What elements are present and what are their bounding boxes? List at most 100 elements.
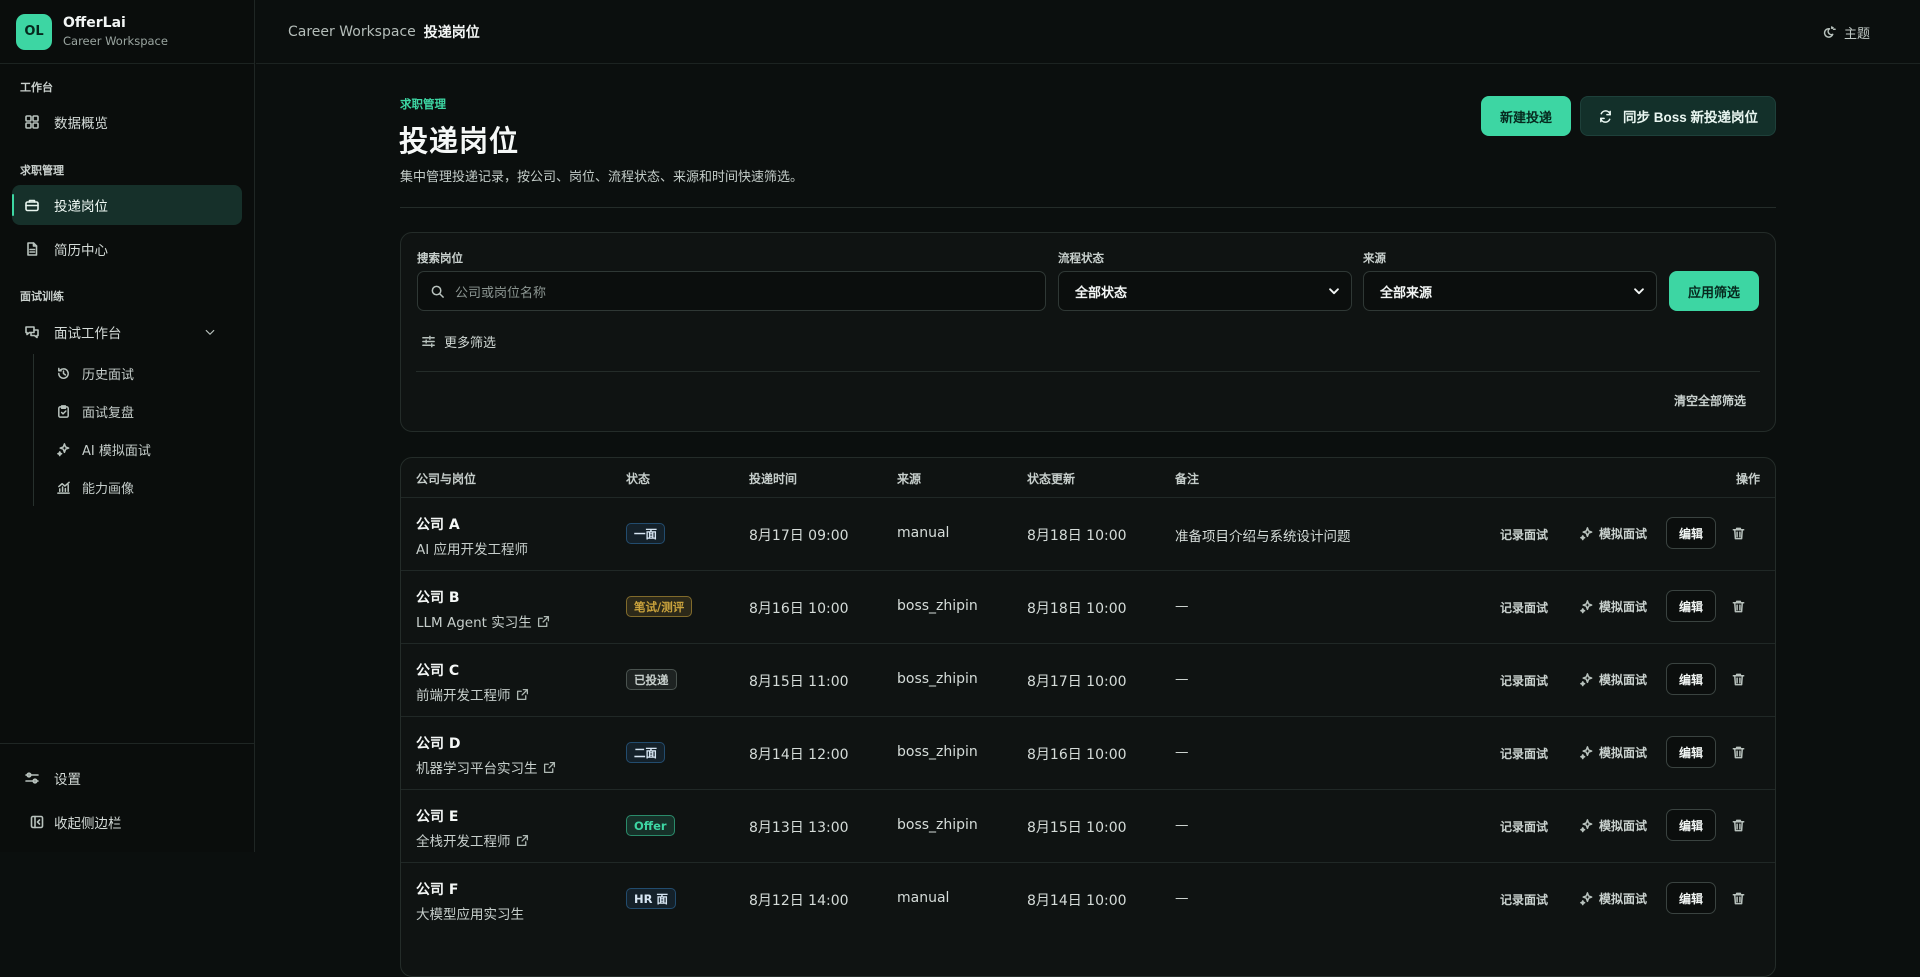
mock-interview-button[interactable]: 模拟面试 <box>1579 525 1647 542</box>
sidebar-item-resume[interactable]: 简历中心 <box>12 229 242 269</box>
mock-interview-button[interactable]: 模拟面试 <box>1579 890 1647 907</box>
record-interview-button[interactable]: 记录面试 <box>1500 526 1548 543</box>
note-value: — <box>1175 671 1189 687</box>
source-value: boss_zhipin <box>897 744 978 760</box>
sidebar-item-applications[interactable]: 投递岗位 <box>12 185 242 225</box>
collapse-icon <box>30 815 44 829</box>
role-name: 机器学习平台实习生 <box>416 757 556 777</box>
record-interview-button[interactable]: 记录面试 <box>1500 599 1548 616</box>
mock-interview-button[interactable]: 模拟面试 <box>1579 744 1647 761</box>
sidebar-subitem-ability[interactable]: 能力画像 <box>34 468 151 506</box>
theme-toggle[interactable]: 主题 <box>1821 23 1870 42</box>
company-name: 公司 E <box>416 809 459 825</box>
sidebar-subitem-history[interactable]: 历史面试 <box>34 354 151 392</box>
external-link-icon[interactable] <box>516 688 529 701</box>
record-interview-button[interactable]: 记录面试 <box>1500 745 1548 762</box>
column-header: 状态 <box>626 472 651 486</box>
search-input[interactable]: 公司或岗位名称 <box>417 271 1046 311</box>
company-name: 公司 F <box>416 882 459 898</box>
clear-filters-button[interactable]: 清空全部筛选 <box>1674 392 1746 409</box>
column-header: 操作 <box>1735 472 1760 486</box>
edit-button[interactable]: 编辑 <box>1666 736 1716 768</box>
mock-interview-label: 模拟面试 <box>1599 527 1648 541</box>
apply-filter-button[interactable]: 应用筛选 <box>1669 271 1759 311</box>
sidebar-item-label: 简历中心 <box>54 243 108 259</box>
mock-interview-label: 模拟面试 <box>1599 673 1648 687</box>
delete-button[interactable] <box>1731 818 1746 833</box>
sparkles-icon <box>1580 892 1593 906</box>
chevron-down-icon <box>1329 288 1339 295</box>
applied-time: 8月14日 12:00 <box>749 747 849 763</box>
status-label: 流程状态 <box>1058 251 1104 265</box>
trash-icon <box>1732 892 1745 905</box>
sync-boss-button[interactable]: 同步 Boss 新投递岗位 <box>1580 96 1776 136</box>
sidebar-subitem-ai-mock[interactable]: AI 模拟面试 <box>34 430 151 468</box>
record-interview-button[interactable]: 记录面试 <box>1500 818 1548 835</box>
sidebar-item-label: 投递岗位 <box>54 199 108 215</box>
sidebar-item-dashboard[interactable]: 数据概览 <box>12 102 242 142</box>
chevron-down-icon <box>1634 288 1644 295</box>
brand: OL OfferLai Career Workspace <box>0 0 254 64</box>
external-link-icon[interactable] <box>516 834 529 847</box>
role-label: 大模型应用实习生 <box>416 907 524 923</box>
sidebar-item-interview-workbench[interactable]: 面试工作台 <box>12 312 242 352</box>
chat-icon <box>25 326 39 339</box>
external-link-icon[interactable] <box>537 615 550 628</box>
sync-boss-label: 同步 Boss 新投递岗位 <box>1622 110 1758 125</box>
role-name: LLM Agent 实习生 <box>416 611 550 631</box>
trash-icon <box>1732 746 1745 759</box>
sidebar-subitem-label: AI 模拟面试 <box>82 443 151 459</box>
mock-interview-button[interactable]: 模拟面试 <box>1579 671 1647 688</box>
edit-button[interactable]: 编辑 <box>1666 590 1716 622</box>
status-badge: 一面 <box>626 523 665 544</box>
trash-icon <box>1732 673 1745 686</box>
sidebar-subitem-review[interactable]: 面试复盘 <box>34 392 151 430</box>
delete-button[interactable] <box>1731 526 1746 541</box>
new-application-button[interactable]: 新建投递 <box>1481 96 1571 136</box>
role-name: 大模型应用实习生 <box>416 903 524 923</box>
column-header: 状态更新 <box>1027 472 1076 486</box>
external-link-icon[interactable] <box>543 761 556 774</box>
updated-time: 8月18日 10:00 <box>1027 528 1127 544</box>
record-interview-button[interactable]: 记录面试 <box>1500 672 1548 689</box>
status-select[interactable]: 全部状态 <box>1058 271 1352 311</box>
more-filters-button[interactable]: 更多筛选 <box>421 332 496 351</box>
mock-interview-label: 模拟面试 <box>1599 746 1648 760</box>
delete-button[interactable] <box>1731 745 1746 760</box>
edit-button[interactable]: 编辑 <box>1666 663 1716 695</box>
edit-button[interactable]: 编辑 <box>1666 809 1716 841</box>
page-eyebrow: 求职管理 <box>400 97 446 111</box>
delete-button[interactable] <box>1731 672 1746 687</box>
collapse-sidebar-button[interactable]: 收起侧边栏 <box>17 802 242 842</box>
applied-time: 8月16日 10:00 <box>749 601 849 617</box>
mock-interview-label: 模拟面试 <box>1599 892 1648 906</box>
source-value: manual <box>897 890 950 906</box>
mock-interview-button[interactable]: 模拟面试 <box>1579 598 1647 615</box>
delete-button[interactable] <box>1731 891 1746 906</box>
sparkles-icon <box>1580 527 1593 541</box>
sidebar-section-title: 求职管理 <box>20 164 64 177</box>
column-header: 来源 <box>897 472 922 486</box>
sidebar-item-settings[interactable]: 设置 <box>12 758 242 798</box>
breadcrumb-root[interactable]: Career Workspace <box>288 24 416 40</box>
note-value: 准备项目介绍与系统设计问题 <box>1175 529 1351 545</box>
clipboard-icon <box>58 404 69 418</box>
mock-interview-button[interactable]: 模拟面试 <box>1579 817 1647 834</box>
chevron-down-icon[interactable] <box>204 326 216 338</box>
applied-time: 8月12日 14:00 <box>749 893 849 909</box>
search-placeholder: 公司或岗位名称 <box>455 285 547 301</box>
sidebar-subnav: 历史面试 面试复盘 AI 模拟面试 能力画像 <box>33 354 151 506</box>
sidebar-item-label: 面试工作台 <box>54 326 122 342</box>
sparkles-icon <box>1580 600 1593 614</box>
sidebar-section-title: 面试训练 <box>20 290 64 303</box>
brand-logo: OL <box>16 13 52 50</box>
edit-button[interactable]: 编辑 <box>1666 882 1716 914</box>
delete-button[interactable] <box>1731 599 1746 614</box>
source-select[interactable]: 全部来源 <box>1363 271 1657 311</box>
status-badge: 二面 <box>626 742 665 763</box>
sidebar-footer: 设置 收起侧边栏 <box>0 743 254 832</box>
edit-button[interactable]: 编辑 <box>1666 517 1716 549</box>
applied-time: 8月15日 11:00 <box>749 674 849 690</box>
updated-time: 8月18日 10:00 <box>1027 601 1127 617</box>
record-interview-button[interactable]: 记录面试 <box>1500 891 1548 908</box>
